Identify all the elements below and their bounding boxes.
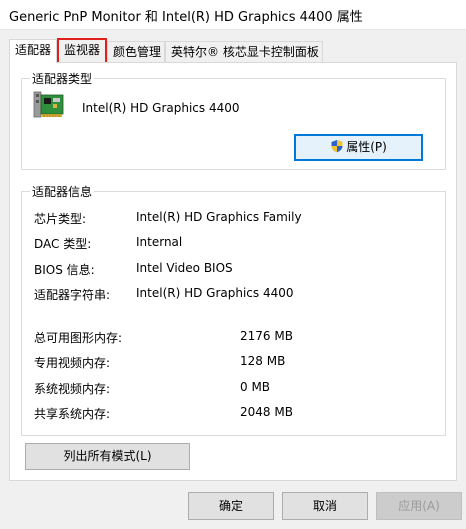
dedicated-video-memory-label: 专用视频内存: [34,356,111,370]
tab-color-management[interactable]: 颜色管理 [107,41,165,63]
tab-adapter-label: 适配器 [15,43,52,57]
tab-monitor-label: 监视器 [64,43,101,57]
tab-intel-control-panel-label: 英特尔® 核芯显卡控制面板 [171,45,319,59]
uac-shield-icon [330,138,344,153]
adapter-string-value: Intel(R) HD Graphics 4400 [136,286,294,300]
system-video-memory-label: 系统视频内存: [34,382,111,396]
dedicated-video-memory-value: 128 MB [240,354,286,368]
system-video-memory-value: 0 MB [240,380,271,394]
adapter-type-group-title: 适配器类型 [30,70,95,87]
tab-panel: 适配器类型 Intel(R) HD Graphics 4400 属性(P) 适配… [9,62,457,481]
dac-type-value: Internal [136,235,183,249]
adapter-name: Intel(R) HD Graphics 4400 [82,101,240,115]
total-graphics-memory-label: 总可用图形内存: [34,331,123,345]
window-title: Generic PnP Monitor 和 Intel(R) HD Graphi… [9,10,363,25]
adapter-string-label: 适配器字符串: [34,288,111,302]
dac-type-label: DAC 类型: [34,237,92,251]
bios-info-value: Intel Video BIOS [136,261,233,275]
tab-adapter[interactable]: 适配器 [9,39,57,63]
adapter-properties-button-label: 属性(P) [346,140,387,154]
shared-system-memory-value: 2048 MB [240,405,293,419]
list-all-modes-button-label: 列出所有模式(L) [63,449,152,463]
ok-button-label: 确定 [218,499,243,513]
apply-button-label: 应用(A) [398,499,440,513]
cancel-button-label: 取消 [312,499,337,513]
adapter-type-group: 适配器类型 Intel(R) HD Graphics 4400 属性(P) [21,70,446,170]
chip-type-value: Intel(R) HD Graphics Family [136,210,302,224]
bios-info-label: BIOS 信息: [34,263,95,277]
adapter-info-group: 适配器信息 芯片类型: Intel(R) HD Graphics Family … [21,183,446,436]
list-all-modes-button[interactable]: 列出所有模式(L) [25,443,190,470]
adapter-info-group-title: 适配器信息 [30,183,95,200]
title-bar: Generic PnP Monitor 和 Intel(R) HD Graphi… [0,0,466,30]
graphics-card-icon [32,87,66,121]
cancel-button[interactable]: 取消 [282,492,368,520]
adapter-properties-button[interactable]: 属性(P) [294,134,423,161]
tab-intel-control-panel[interactable]: 英特尔® 核芯显卡控制面板 [165,41,323,63]
apply-button[interactable]: 应用(A) [376,492,462,520]
tab-color-management-label: 颜色管理 [113,45,162,59]
total-graphics-memory-value: 2176 MB [240,329,293,343]
shared-system-memory-label: 共享系统内存: [34,407,111,421]
chip-type-label: 芯片类型: [34,212,87,226]
tab-monitor[interactable]: 监视器 [57,38,107,62]
ok-button[interactable]: 确定 [188,492,274,520]
